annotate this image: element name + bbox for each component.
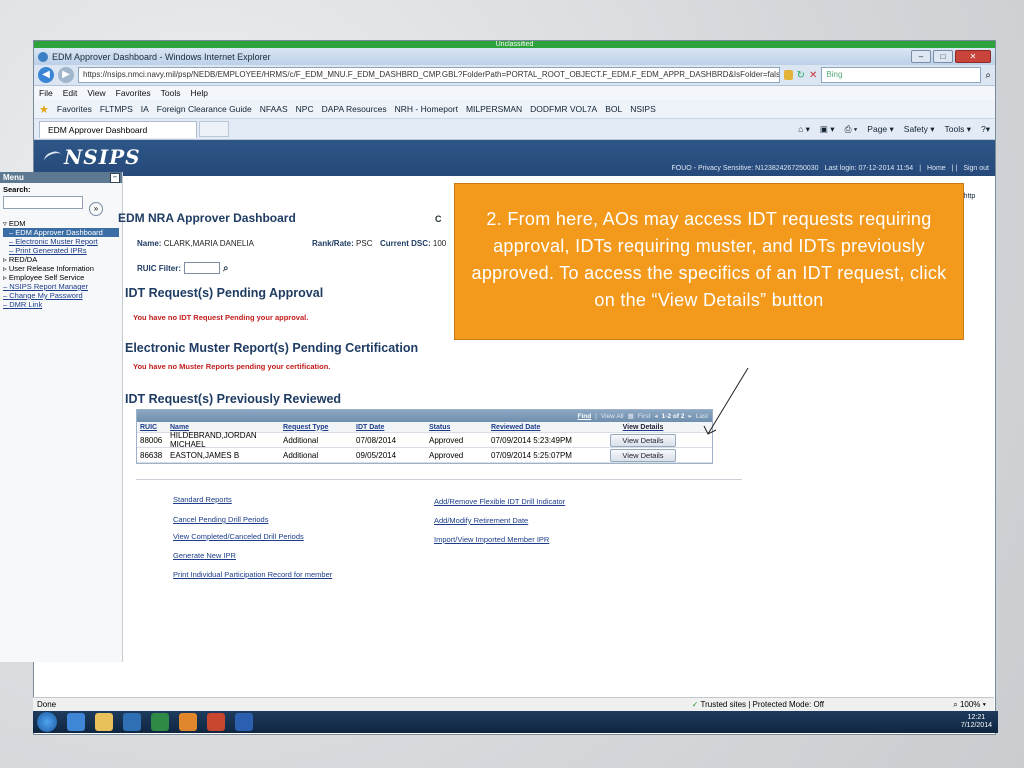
callout-pointer-arrow [703,367,749,435]
